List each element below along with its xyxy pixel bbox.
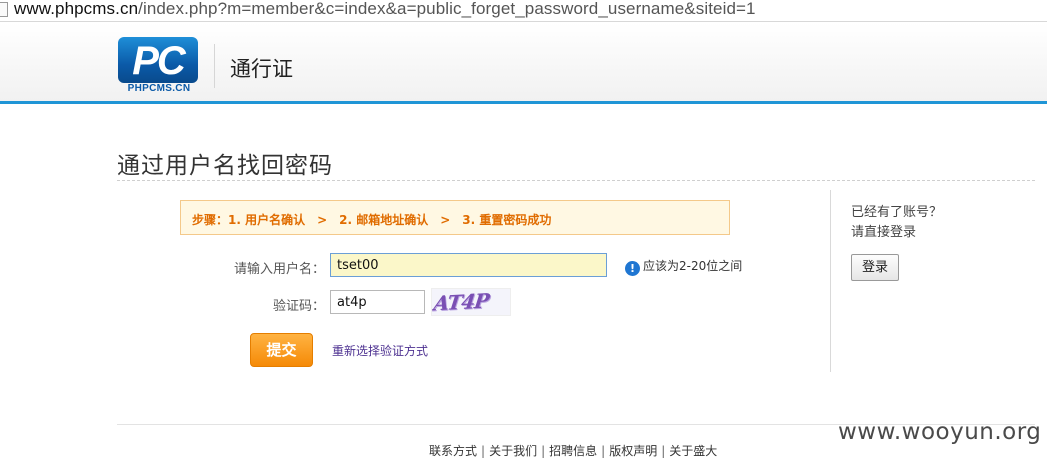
login-button[interactable]: 登录 [851,254,899,281]
sidebar-text: 已经有了账号？ 请直接登录 [851,203,942,243]
steps-banner: 步骤：1. 用户名确认 > 2. 邮箱地址确认 > 3. 重置密码成功 [180,200,730,235]
username-hint: ! 应该为2-20位之间 [625,257,742,276]
logo-subtext: PHPCMS.CN [127,83,191,94]
footer-link-shanda[interactable]: 关于盛大 [669,444,717,458]
footer-links: 联系方式 | 关于我们 | 招聘信息 | 版权声明 | 关于盛大 [429,442,717,459]
page-icon [0,2,8,17]
username-hint-text: 应该为2-20位之间 [643,259,743,273]
footer-link-about[interactable]: 关于我们 [489,444,537,458]
phpcms-logo[interactable]: PC PHPCMS.CN [118,37,200,97]
url-text[interactable]: www.phpcms.cn/index.php?m=member&c=index… [14,0,756,19]
footer-separator: | [601,444,606,458]
footer-link-copyright[interactable]: 版权声明 [609,444,657,458]
footer-separator: | [541,444,546,458]
url-path: /index.php?m=member&c=index&a=public_for… [138,0,756,18]
captcha-image[interactable]: AT4P [431,288,511,316]
header-title: 通行证 [230,57,293,81]
reselect-verification-link[interactable]: 重新选择验证方式 [332,342,428,359]
sidebar-question: 已经有了账号？ [851,205,943,220]
submit-button[interactable]: 提交 [250,333,313,367]
watermark: www.wooyun.org [838,419,1042,445]
username-input[interactable] [330,253,607,277]
footer-separator: | [481,444,486,458]
header-divider [214,44,215,88]
page-title: 通过用户名找回密码 [117,153,333,179]
info-icon: ! [625,261,640,276]
footer-separator: | [661,444,666,458]
browser-address-bar[interactable]: www.phpcms.cn/index.php?m=member&c=index… [0,0,1047,22]
header-accent-line [0,101,1047,104]
title-divider [117,180,1035,181]
captcha-label: 验证码： [272,299,325,314]
steps-text: 步骤：1. 用户名确认 > 2. 邮箱地址确认 > 3. 重置密码成功 [192,213,552,227]
sidebar-prompt: 请直接登录 [851,225,917,240]
captcha-input[interactable] [330,290,425,314]
url-host: www.phpcms.cn [14,0,139,18]
footer-link-jobs[interactable]: 招聘信息 [549,444,597,458]
username-label: 请输入用户名： [233,262,325,277]
footer-link-contact[interactable]: 联系方式 [429,444,477,458]
captcha-image-text: AT4P [432,288,490,316]
logo-badge: PC [118,37,198,83]
sidebar-divider [830,190,831,372]
logo-text: PC [132,39,186,83]
